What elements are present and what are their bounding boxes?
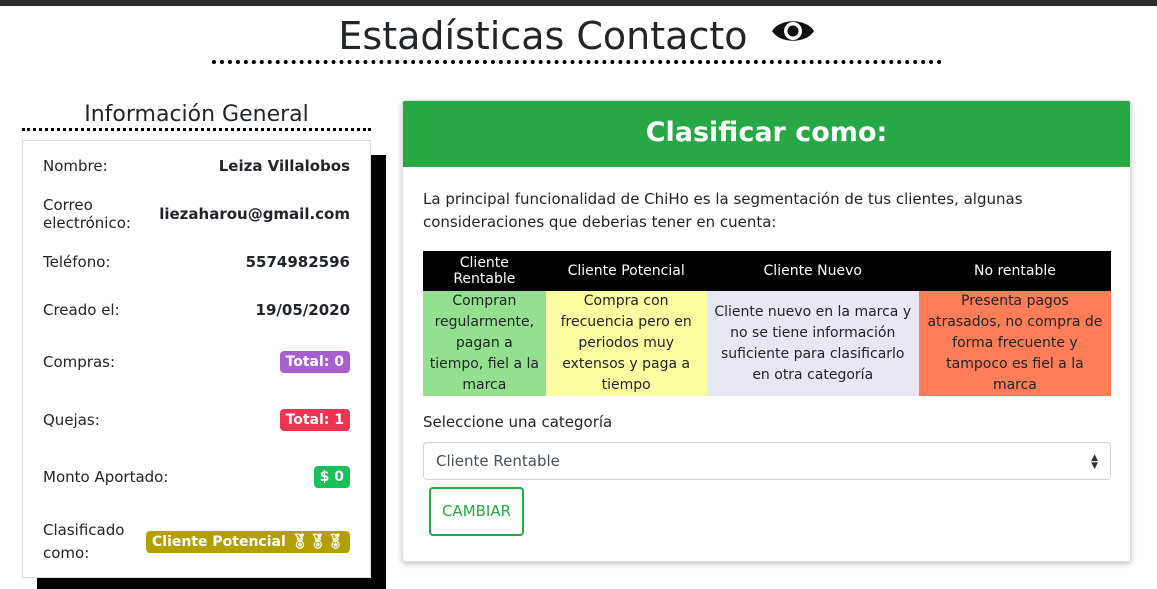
category-select[interactable]: Cliente Rentable ▲ ▼ [423, 442, 1111, 480]
change-button[interactable]: CAMBIAR [429, 487, 524, 536]
page-title: Estadísticas Contacto [212, 12, 942, 64]
classify-card: Clasificar como: La principal funcionali… [402, 100, 1131, 562]
row-monto: Monto Aportado: $ 0 [43, 464, 350, 490]
medal-icon: 🏅︎ [290, 534, 309, 550]
medal-icon: 🏅︎ [326, 534, 344, 550]
correo-label: Correo electrónico: [43, 196, 131, 232]
table-row: Compran regularmente, pagan a tiempo, fi… [423, 291, 1111, 396]
top-bar [0, 0, 1157, 6]
row-clasificado: Clasificado como: Cliente Potencial 🏅︎🏅︎… [43, 519, 350, 565]
header-cliente-rentable: Cliente Rentable [423, 251, 546, 291]
compras-badge: Total: 0 [279, 351, 350, 373]
desc-cliente-potencial: Compra con frecuencia pero en periodos m… [545, 291, 707, 396]
quejas-label: Quejas: [43, 411, 100, 429]
table-header-row: Cliente Rentable Cliente Potencial Clien… [423, 251, 1111, 291]
clasificado-label-line1: Clasificado [43, 521, 125, 539]
nombre-value: Leiza Villalobos [218, 157, 350, 175]
creado-label: Creado el: [43, 301, 120, 319]
row-telefono: Teléfono: 5574982596 [43, 251, 350, 273]
desc-cliente-rentable: Compran regularmente, pagan a tiempo, fi… [423, 291, 546, 396]
desc-cliente-nuevo: Cliente nuevo en la marca y no se tiene … [706, 291, 919, 396]
page-title-text: Estadísticas Contacto [338, 14, 748, 58]
medal-icon: 🏅︎ [308, 534, 327, 550]
telefono-label: Teléfono: [43, 253, 111, 271]
clasificado-badge-text: Cliente Potencial [152, 534, 286, 550]
row-correo: Correo electrónico: liezaharou@gmail.com [43, 196, 350, 232]
classify-intro: La principal funcionalidad de ChiHo es l… [423, 190, 1023, 231]
header-no-rentable: No rentable [918, 251, 1111, 291]
general-info-card: Nombre: Leiza Villalobos Correo electrón… [22, 140, 371, 578]
classify-title: Clasificar como: [403, 101, 1130, 167]
telefono-value: 5574982596 [245, 253, 350, 271]
select-arrows-icon: ▲ ▼ [1091, 453, 1098, 471]
clasificado-label: Clasificado como: [43, 519, 124, 565]
category-select-label: Seleccione una categoría [423, 413, 613, 431]
category-select-value: Cliente Rentable [436, 452, 560, 470]
row-nombre: Nombre: Leiza Villalobos [43, 155, 350, 177]
desc-no-rentable: Presenta pagos atrasados, no compra de f… [918, 291, 1111, 396]
clasificado-badge: Cliente Potencial 🏅︎🏅︎🏅︎ [146, 531, 350, 553]
row-quejas: Quejas: Total: 1 [43, 407, 350, 433]
quejas-badge: Total: 1 [279, 409, 350, 431]
correo-value: liezaharou@gmail.com [159, 205, 350, 223]
header-cliente-potencial: Cliente Potencial [545, 251, 707, 291]
general-info-title: Información General [22, 100, 371, 131]
row-creado: Creado el: 19/05/2020 [43, 299, 350, 321]
compras-label: Compras: [43, 353, 116, 371]
monto-badge: $ 0 [313, 466, 350, 488]
categories-table: Cliente Rentable Cliente Potencial Clien… [423, 251, 1111, 396]
eye-icon [770, 11, 816, 59]
monto-label: Monto Aportado: [43, 468, 169, 486]
row-compras: Compras: Total: 0 [43, 349, 350, 375]
nombre-label: Nombre: [43, 157, 108, 175]
creado-value: 19/05/2020 [255, 301, 350, 319]
clasificado-label-line2: como: [43, 544, 90, 562]
header-cliente-nuevo: Cliente Nuevo [706, 251, 919, 291]
